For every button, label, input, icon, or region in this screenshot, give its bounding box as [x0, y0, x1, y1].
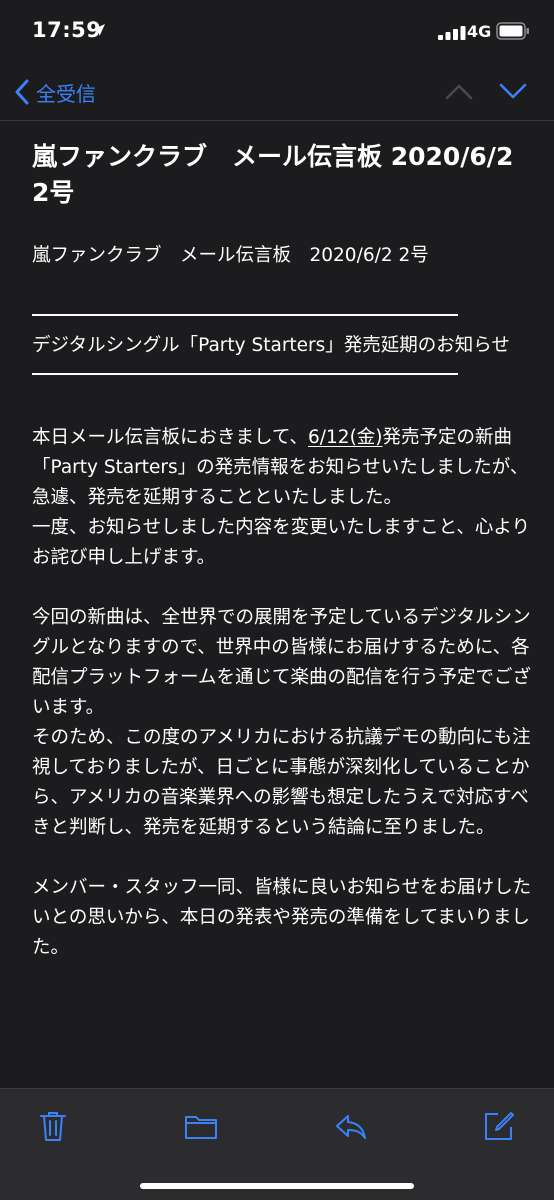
cellular-signal-icon [438, 26, 466, 40]
back-to-inbox-button[interactable]: 全受信 [14, 74, 96, 110]
reply-icon[interactable] [334, 1109, 368, 1143]
mail-screen: 17:59 4G 全受信 嵐ファンクラブ メール伝言板 2020/6/2 2号 … [0, 0, 554, 1200]
paragraph-2: 今回の新曲は、全世界での展開を予定しているデジタルシングルとなりますので、世界中… [32, 607, 531, 838]
home-indicator[interactable] [140, 1183, 414, 1189]
chevron-left-icon [15, 79, 29, 105]
email-subject: 嵐ファンクラブ メール伝言板 2020/6/2 2号 [32, 142, 514, 207]
paragraph-1: 本日メール伝言板におきまして、6/12(金)発売予定の新曲「Party Star… [32, 427, 531, 568]
message-view[interactable]: 嵐ファンクラブ メール伝言板 2020/6/2 2号 嵐ファンクラブ メール伝言… [0, 121, 554, 1088]
compose-icon[interactable] [482, 1109, 516, 1143]
status-bar: 17:59 4G [0, 0, 554, 64]
notice-title: デジタルシングル「Party Starters」発売延期のお知らせ [32, 335, 510, 356]
paragraph-3: メンバー・スタッフ一同、皆様に良いお知らせをお届けしたいとの思いから、本日の発表… [32, 877, 532, 958]
nav-bar: 全受信 [0, 64, 554, 121]
chevron-up-icon[interactable] [444, 78, 474, 104]
back-label: 全受信 [36, 81, 96, 106]
date-link[interactable]: 6/12(金) [308, 427, 382, 448]
email-body: 嵐ファンクラブ メール伝言板 2020/6/2 2号 デジタルシングル「Part… [32, 241, 532, 963]
network-type: 4G [467, 22, 492, 41]
location-arrow-icon [93, 24, 105, 36]
status-time: 17:59 [32, 18, 102, 42]
header-line: 嵐ファンクラブ メール伝言板 2020/6/2 2号 [32, 245, 429, 266]
chevron-down-icon[interactable] [498, 78, 528, 104]
trash-icon[interactable] [36, 1109, 70, 1143]
battery-icon [496, 22, 529, 40]
folder-icon[interactable] [184, 1109, 218, 1143]
